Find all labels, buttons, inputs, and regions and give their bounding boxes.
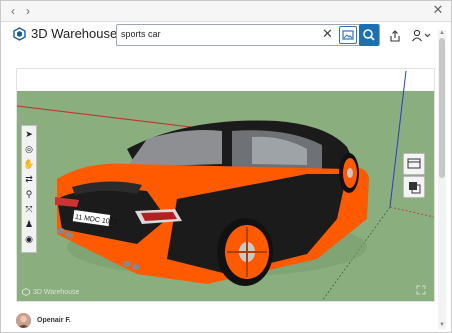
- fullscreen-icon[interactable]: [416, 285, 426, 295]
- logo-text: 3D Warehouse: [31, 26, 118, 41]
- window-topbar: ‹ › ✕: [1, 1, 451, 22]
- styles-icon: [409, 182, 421, 194]
- section-icon[interactable]: ◉: [23, 233, 35, 245]
- select-icon[interactable]: ➤: [23, 128, 35, 140]
- user-menu-button[interactable]: [411, 28, 435, 42]
- scenes-icon: [407, 158, 421, 169]
- rear-window: [127, 130, 222, 167]
- browser-window: ‹ › ✕ 3D Warehouse ✕: [0, 0, 452, 333]
- user-icon: [412, 29, 431, 42]
- rear-wheel: [217, 218, 273, 286]
- forward-button[interactable]: ›: [21, 4, 35, 18]
- red-axis: [17, 105, 208, 130]
- pan-icon[interactable]: ✋: [23, 158, 35, 170]
- search-button[interactable]: [359, 24, 379, 46]
- zoom-icon[interactable]: ⚲: [23, 188, 35, 200]
- warehouse-logo-icon: [22, 288, 30, 296]
- scroll-up-arrow-icon[interactable]: ▲: [438, 30, 446, 37]
- model-viewer[interactable]: 11 MDC 1023 ➤ ◎ ✋ ⇄ ⚲ ⤧ ♟ ◉ 3D Warehouse: [16, 68, 435, 302]
- scroll-thumb[interactable]: [439, 38, 445, 178]
- share-button[interactable]: [389, 29, 401, 42]
- clear-search-button[interactable]: ✕: [322, 27, 333, 41]
- avatar[interactable]: [16, 313, 31, 328]
- scenes-button[interactable]: [403, 153, 425, 175]
- author-name[interactable]: Openair F.: [37, 317, 71, 324]
- site-header: 3D Warehouse ✕: [1, 22, 451, 48]
- logo[interactable]: 3D Warehouse: [13, 26, 117, 41]
- close-button[interactable]: ✕: [431, 3, 445, 17]
- look-around-icon[interactable]: ♟: [23, 218, 35, 230]
- exhaust: [57, 228, 65, 234]
- author-avatar-image: [16, 313, 31, 328]
- image-search-button[interactable]: [339, 26, 357, 44]
- search-bar: ✕: [116, 24, 380, 46]
- front-wheel: [339, 153, 359, 193]
- warehouse-logo-icon: [13, 26, 26, 41]
- zoom-extents-icon[interactable]: ⤧: [23, 203, 35, 215]
- viewer-toolbar: ➤ ◎ ✋ ⇄ ⚲ ⤧ ♟ ◉: [21, 125, 37, 253]
- orbit-icon[interactable]: ◎: [23, 143, 35, 155]
- walk-icon[interactable]: ⇄: [23, 173, 35, 185]
- search-icon: [363, 29, 375, 41]
- page-scrollbar[interactable]: ▲ ▼: [438, 30, 446, 329]
- share-icon: [390, 30, 400, 42]
- back-button[interactable]: ‹: [6, 4, 20, 18]
- viewer-watermark: 3D Warehouse: [22, 288, 79, 296]
- chevron-down-icon: [424, 33, 431, 38]
- author-row: Openair F.: [16, 313, 71, 328]
- image-icon: [342, 30, 354, 40]
- search-input[interactable]: [121, 27, 311, 41]
- car-model-render: 11 MDC 1023: [17, 70, 434, 301]
- watermark-text: 3D Warehouse: [33, 288, 80, 296]
- scroll-down-arrow-icon[interactable]: ▼: [438, 322, 446, 329]
- styles-button[interactable]: [403, 176, 425, 198]
